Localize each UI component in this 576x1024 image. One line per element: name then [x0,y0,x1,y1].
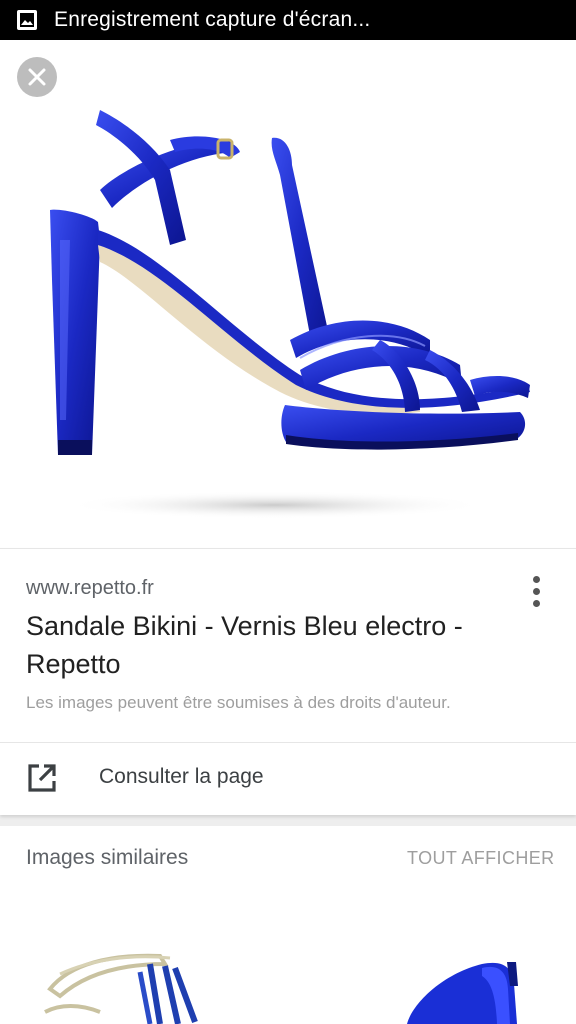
notification-text: Enregistrement capture d'écran... [54,8,371,31]
close-icon [28,68,46,86]
see-all-button[interactable]: TOUT AFFICHER [407,848,555,869]
similar-image-thumbnail[interactable] [0,894,286,1024]
result-title[interactable]: Sandale Bikini - Vernis Bleu electro - R… [26,607,526,683]
more-vert-icon[interactable] [524,571,548,611]
source-domain[interactable]: www.repetto.fr [26,577,154,600]
visit-page-button[interactable]: Consulter la page [0,743,576,813]
similar-image-thumbnail[interactable] [292,894,576,1024]
similar-images-heading: Images similaires [26,846,189,869]
sandal-image [50,110,530,519]
sandal-thumbnail-image [44,953,198,1024]
open-in-new-icon [28,764,56,792]
copyright-notice: Les images peuvent être soumises à des d… [26,693,451,712]
image-icon [16,9,38,31]
visit-page-label: Consulter la page [99,765,264,788]
result-card: www.repetto.fr Sandale Bikini - Vernis B… [0,548,576,815]
close-button[interactable] [17,57,57,97]
image-viewer [0,40,576,548]
similar-images-section: Images similaires TOUT AFFICHER [0,826,576,1024]
status-bar: Enregistrement capture d'écran... [0,0,576,40]
shoe-thumbnail-image [407,962,518,1024]
